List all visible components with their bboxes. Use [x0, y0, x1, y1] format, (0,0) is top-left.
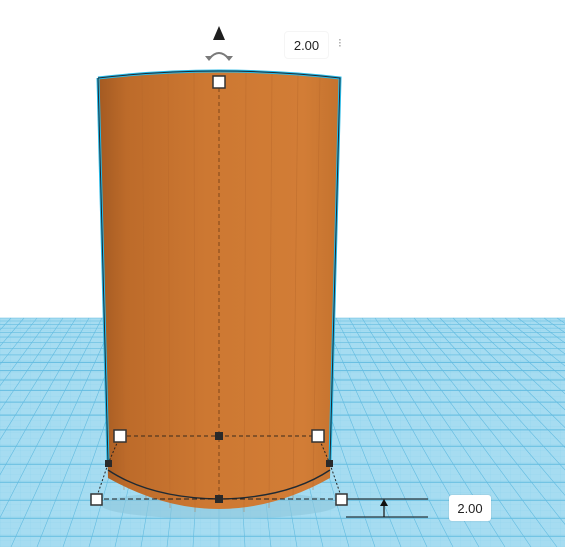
center-handle-top[interactable]: [215, 432, 223, 440]
more-options-glyph: ⁝: [338, 36, 342, 50]
right-bottom-corner-handle[interactable]: [335, 493, 348, 506]
cylinder-shape[interactable]: [96, 69, 342, 513]
up-triangle-icon[interactable]: [213, 26, 225, 40]
left-bottom-corner-handle[interactable]: [90, 493, 103, 506]
right-side-handle[interactable]: [326, 460, 333, 467]
right-top-corner-handle[interactable]: [311, 429, 325, 443]
left-side-handle[interactable]: [105, 460, 112, 467]
top-height-handle[interactable]: [212, 75, 226, 89]
workplane-viewport[interactable]: [0, 0, 565, 547]
rotate-arrows-icon[interactable]: [205, 52, 233, 61]
center-handle-bottom[interactable]: [215, 495, 223, 503]
height-dimension-field[interactable]: 2.00: [285, 32, 328, 58]
left-top-corner-handle[interactable]: [113, 429, 127, 443]
elevation-dimension-field[interactable]: 2.00: [449, 495, 491, 521]
